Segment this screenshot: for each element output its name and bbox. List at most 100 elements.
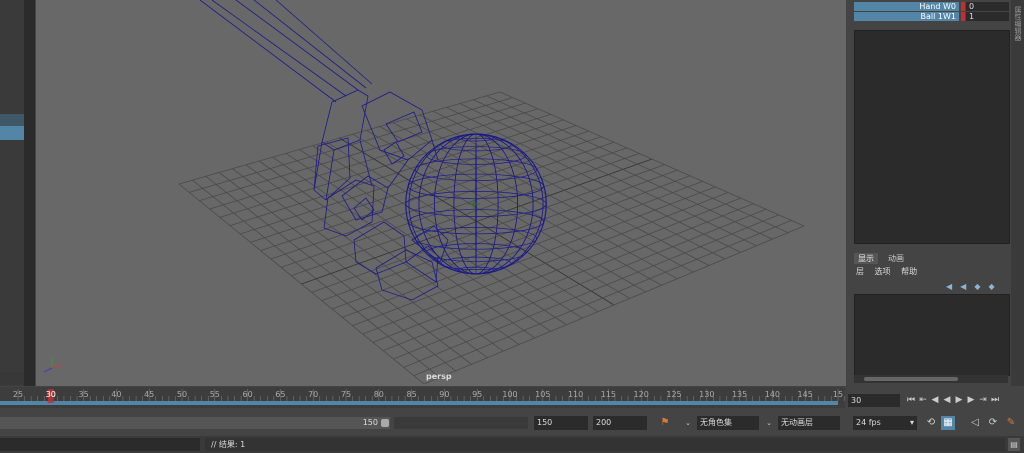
keyed-marker	[961, 2, 965, 11]
layer-list-area[interactable]	[854, 294, 1010, 376]
layer-horizontal-scrollbar[interactable]	[854, 375, 1008, 383]
range-end-field[interactable]: 200	[593, 416, 647, 430]
script-editor-icon[interactable]: ▤	[1008, 438, 1020, 451]
time-tick-label: 145	[798, 390, 813, 399]
sound-icon[interactable]: ◁	[968, 416, 982, 430]
time-tick-label: 55	[210, 390, 220, 399]
auto-key-icon[interactable]: ⟳	[986, 416, 1000, 430]
time-tick-label: 70	[308, 390, 318, 399]
grid-line	[403, 214, 779, 368]
channel-row[interactable]: Hand W0 0	[854, 2, 1009, 11]
attribute-editor-side-tab[interactable]: 属性编辑器	[1011, 0, 1024, 386]
menu-layers[interactable]: 层	[856, 267, 864, 276]
range-slider-bar: 150 150 200 ⚑ ⌄ 无角色集 ⌄ 无动画层 24 fps ▾ ⟲ ▦ …	[0, 413, 1024, 433]
outliner-item-selected[interactable]	[0, 126, 24, 140]
chevron-down-icon[interactable]: ⌄	[683, 416, 693, 430]
time-tick-label: 115	[601, 390, 616, 399]
time-tick-label: 130	[699, 390, 714, 399]
time-tick-label: 90	[439, 390, 449, 399]
command-input[interactable]	[0, 438, 200, 451]
time-tick-label: 15	[833, 390, 843, 399]
time-tick-label: 95	[472, 390, 482, 399]
sphere-latitude	[415, 227, 537, 250]
go-to-end-icon[interactable]: ⏭	[989, 392, 1001, 408]
character-set-icon[interactable]: ⚑	[657, 416, 673, 430]
time-tick-label: 45	[144, 390, 154, 399]
time-tick-label: 80	[374, 390, 384, 399]
new-layer-selected-icon[interactable]: ◆	[988, 282, 1002, 291]
layer-editor-menu: 层 选项 帮助	[856, 266, 925, 277]
command-result: // 结果: 1	[205, 438, 1005, 451]
channel-value-field[interactable]: 0	[966, 2, 1009, 11]
viewport-scene[interactable]	[36, 0, 846, 386]
channel-value-field[interactable]: 1	[966, 12, 1009, 21]
command-line: // 结果: 1 ▤	[0, 436, 1024, 453]
anim-preferences-icon[interactable]: ✎	[1004, 416, 1018, 430]
channel-row[interactable]: Ball 1W1 1	[854, 12, 1009, 21]
outliner-panel[interactable]	[0, 0, 25, 386]
time-tick-label: 25	[13, 390, 23, 399]
time-tick-label: 105	[535, 390, 550, 399]
menu-options[interactable]: 选项	[875, 267, 891, 276]
grid-line	[383, 203, 754, 352]
side-tab-label: 属性编辑器	[1014, 6, 1022, 41]
playback-controls: ⏮ ⇤ ◀ ◀ ▶ ▶ ⇥ ⏭	[905, 392, 1024, 408]
time-slider[interactable]: 25 30 35 40 45 50 55 60 65 70 75 80 85 90 95 100 105 110 1…	[0, 387, 845, 408]
time-tick-label: 135	[732, 390, 747, 399]
perspective-viewport[interactable]: persp	[36, 0, 846, 386]
step-forward-frame-icon[interactable]: ▶	[965, 392, 977, 408]
outliner-item[interactable]	[0, 114, 24, 126]
step-back-key-icon[interactable]: ⇤	[917, 392, 929, 408]
channel-list-area[interactable]	[854, 30, 1010, 244]
range-slider[interactable]: 150	[0, 417, 390, 429]
time-tick-label: 35	[79, 390, 89, 399]
current-frame-field[interactable]: 30	[848, 394, 900, 407]
anim-layer-dropdown[interactable]: 无动画层	[778, 416, 840, 430]
sphere-latitude	[426, 243, 526, 262]
time-tick-label: 125	[666, 390, 681, 399]
time-tick-label: 120	[634, 390, 649, 399]
outliner-scrollbar[interactable]	[0, 372, 24, 384]
chevron-down-icon[interactable]: ⌄	[764, 416, 774, 430]
time-ruler[interactable]: 25 30 35 40 45 50 55 60 65 70 75 80 85 90 95 100 105 110 1…	[0, 387, 845, 408]
time-tick-label: 40	[111, 390, 121, 399]
time-tick-label: 50	[177, 390, 187, 399]
chevron-down-icon: ▾	[909, 418, 914, 427]
layer-editor-tabs: 显示 动画	[854, 253, 1008, 264]
hand-model-wireframe[interactable]	[199, 0, 449, 301]
grid-line	[446, 106, 741, 253]
move-layer-down-icon[interactable]: ◀	[960, 282, 974, 291]
range-slider-handle[interactable]	[381, 419, 389, 427]
grid-line	[352, 186, 716, 327]
tab-animation[interactable]: 动画	[884, 253, 908, 264]
cached-playback-icon[interactable]: ▦	[941, 416, 955, 430]
move-layer-up-icon[interactable]: ◀	[946, 282, 960, 291]
fps-dropdown[interactable]: 24 fps ▾	[853, 416, 917, 430]
range-start-field[interactable]: 150	[534, 416, 588, 430]
current-time-label: 30	[46, 390, 56, 399]
time-tick-label: 85	[407, 390, 417, 399]
camera-label: persp	[426, 372, 452, 381]
step-forward-key-icon[interactable]: ⇥	[977, 392, 989, 408]
time-tick-label: 65	[275, 390, 285, 399]
play-forward-icon[interactable]: ▶	[953, 392, 965, 408]
layer-buttons: ◀◀◆◆	[946, 282, 1003, 291]
character-set-dropdown[interactable]: 无角色集	[697, 416, 759, 430]
time-tick-label: 100	[502, 390, 517, 399]
loop-icon[interactable]: ⟲	[924, 416, 938, 430]
time-tick-label: 140	[765, 390, 780, 399]
new-layer-icon[interactable]: ◆	[974, 282, 988, 291]
step-back-frame-icon[interactable]: ◀	[929, 392, 941, 408]
tab-display[interactable]: 显示	[854, 253, 878, 264]
play-back-icon[interactable]: ◀	[941, 392, 953, 408]
channel-name[interactable]: Hand W0	[854, 2, 959, 11]
go-to-start-icon[interactable]: ⏮	[905, 392, 917, 408]
channel-name[interactable]: Ball 1W1	[854, 12, 959, 21]
range-track[interactable]	[394, 417, 528, 429]
grid-line	[432, 110, 726, 260]
playback-range-bar	[0, 401, 838, 405]
scrollbar-thumb[interactable]	[864, 377, 958, 381]
menu-help[interactable]: 帮助	[901, 267, 917, 276]
keyed-marker	[961, 12, 965, 21]
grid-line	[423, 225, 805, 385]
